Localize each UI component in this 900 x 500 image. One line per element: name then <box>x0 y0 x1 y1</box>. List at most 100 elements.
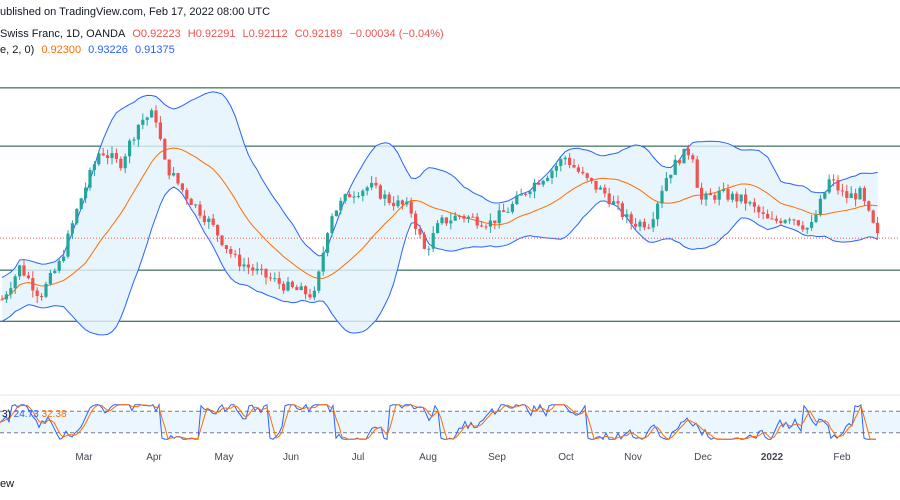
candle-body <box>295 287 299 291</box>
candle-body <box>585 173 589 178</box>
candle-body <box>180 183 184 190</box>
candle-body <box>836 180 840 191</box>
x-tick-label: 2022 <box>761 452 784 463</box>
bb-params: e, 2, 0) <box>0 44 35 56</box>
candle-body <box>352 196 356 198</box>
candle-body <box>779 220 783 223</box>
candle-body <box>40 296 44 298</box>
x-tick-label: Aug <box>419 452 437 463</box>
candle-body <box>453 215 457 221</box>
candle-body <box>788 219 792 221</box>
bb-lower-value: 0.91375 <box>134 44 175 56</box>
candle-body <box>458 215 462 217</box>
candle-body <box>396 200 400 207</box>
candle-body <box>374 182 378 186</box>
candle-body <box>519 193 523 196</box>
ohlc-open: O0.92223 <box>132 28 181 40</box>
candle-body <box>752 202 756 207</box>
candle-body <box>466 216 470 219</box>
candle-body <box>264 268 268 278</box>
candle-body <box>493 220 497 224</box>
x-tick-label: Mar <box>75 452 93 463</box>
candle-body <box>128 140 132 157</box>
candle-body <box>405 201 409 205</box>
candle-body <box>370 182 374 188</box>
candle-body <box>576 167 580 172</box>
candle-body <box>801 225 805 230</box>
candle-body <box>871 210 875 223</box>
candle-body <box>260 268 264 270</box>
candle-body <box>88 170 92 188</box>
candle-body <box>484 226 488 228</box>
candle-body <box>251 267 255 271</box>
candle-body <box>858 187 862 200</box>
bb-upper-value: 0.93226 <box>88 44 128 56</box>
ohlc-close: C0.92189 <box>294 28 343 40</box>
candle-body <box>598 187 602 190</box>
candle-body <box>541 180 545 185</box>
candle-body <box>427 248 431 250</box>
x-tick-label: Sep <box>488 452 506 463</box>
candle-body <box>136 124 140 140</box>
candle-body <box>343 194 347 201</box>
candle-body <box>854 193 858 200</box>
price-chart[interactable]: 3) 24.73 32.38 Mar Apr May Jun Jul Aug Sep Oct N… <box>0 0 900 500</box>
candle-body <box>515 195 519 205</box>
symbol-line: Swiss Franc, 1D, OANDA O0.92223 H0.92291… <box>0 28 448 40</box>
candle-body <box>510 204 514 212</box>
candle-body <box>700 187 704 200</box>
candle-body <box>827 179 831 193</box>
candle-body <box>154 110 158 123</box>
candle-body <box>145 117 149 120</box>
candle-body <box>44 283 48 297</box>
candle-body <box>739 194 743 202</box>
candle-body <box>57 261 61 271</box>
candle-body <box>550 170 554 178</box>
candle-body <box>497 210 501 224</box>
candle-body <box>695 159 699 188</box>
candle-body <box>268 277 272 279</box>
candle-body <box>312 290 316 298</box>
candle-body <box>53 270 57 273</box>
candle-body <box>735 193 739 202</box>
stoch-d-value: 32.38 <box>41 409 66 420</box>
candle-body <box>66 233 70 257</box>
candle-body <box>255 268 259 271</box>
candle-body <box>616 201 620 204</box>
publish-note: ublished on TradingView.com, Feb 17, 202… <box>0 6 271 18</box>
candle-body <box>216 224 220 236</box>
candle-body <box>330 216 334 234</box>
candle-body <box>462 216 466 219</box>
candle-body <box>528 191 532 195</box>
candle-body <box>62 256 66 262</box>
candle-body <box>26 275 30 279</box>
candle-body <box>233 253 237 255</box>
candle-body <box>704 193 708 200</box>
candle-body <box>757 206 761 213</box>
candle-body <box>308 294 312 298</box>
x-tick-label: Jul <box>352 452 365 463</box>
candle-body <box>792 219 796 221</box>
candle-body <box>568 157 572 166</box>
candle-body <box>796 220 800 226</box>
candle-body <box>744 194 748 204</box>
candle-body <box>48 272 52 284</box>
candle-body <box>35 290 39 297</box>
candle-body <box>770 218 774 220</box>
bb-legend: e, 2, 0) 0.92300 0.93226 0.91375 <box>0 44 179 56</box>
candle-body <box>409 201 413 214</box>
candle-body <box>220 235 224 246</box>
candle-body <box>436 223 440 234</box>
candle-body <box>273 278 277 280</box>
candle-body <box>660 190 664 204</box>
bb-fill <box>2 91 878 335</box>
candle-body <box>84 187 88 199</box>
candle-body <box>603 187 607 194</box>
candle-body <box>123 156 127 169</box>
candle-body <box>189 198 193 206</box>
candle-body <box>783 220 787 223</box>
candle-body <box>224 245 228 249</box>
candle-body <box>502 210 506 213</box>
candle-body <box>211 218 215 225</box>
candle-body <box>317 271 321 291</box>
